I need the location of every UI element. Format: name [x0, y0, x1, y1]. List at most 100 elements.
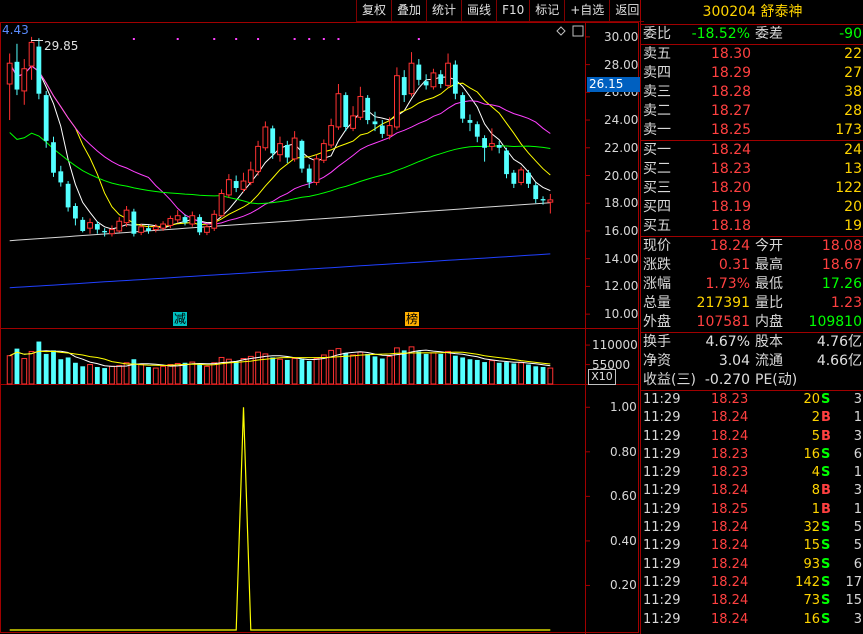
volume-bars [6, 341, 554, 385]
volume-bar-down [482, 362, 487, 384]
trade-volume: 20 [803, 392, 820, 407]
volume-value: 217391 [696, 295, 750, 311]
volume-unit-tag[interactable]: X10 [588, 369, 616, 385]
candle-body-up [488, 143, 495, 147]
ask-row[interactable]: 卖四 18.29 27 [641, 64, 863, 83]
toolbar-fuquan-button[interactable]: 复权 [356, 0, 392, 22]
bid-row[interactable]: 买五 18.18 19 [641, 217, 863, 236]
marker-reduce[interactable]: 减 [173, 312, 188, 326]
ask-row[interactable]: 卖一 18.25 173 [641, 121, 863, 140]
diamond-icon[interactable] [556, 26, 566, 36]
trade-row[interactable]: 11:29 18.24 93 S 6 [641, 556, 863, 574]
trade-volume: 4 [811, 465, 820, 481]
settings-icon[interactable] [572, 25, 584, 37]
candle-body-up [152, 226, 159, 231]
candle-body-down [343, 95, 349, 127]
volume-bar-down [401, 350, 407, 384]
bid-row[interactable]: 买三 18.20 122 [641, 179, 863, 198]
volume-bar-up [174, 362, 181, 385]
price-tick-label: 28.00 [604, 57, 639, 72]
toolbar-watchlist-button[interactable]: +自选 [564, 0, 610, 22]
trade-flag: S [821, 520, 831, 536]
toolbar-mark-button[interactable]: 标记 [529, 0, 565, 22]
volume-bar-down [467, 359, 473, 384]
low-value: 17.26 [821, 276, 862, 292]
outer-value: 107581 [696, 314, 750, 330]
trade-time: 11:29 [643, 446, 681, 462]
toolbar-f10-button[interactable]: F10 [496, 0, 530, 22]
volume-bar-up [313, 358, 320, 385]
trade-row[interactable]: 11:29 18.23 20 S 3 [641, 391, 863, 409]
candle-body-up [547, 199, 554, 203]
volume-bar-down [65, 357, 71, 384]
trade-flag: S [821, 465, 831, 481]
trade-flag: S [821, 593, 831, 609]
candle-body-down [540, 199, 546, 201]
trade-row[interactable]: 11:29 18.24 16 S 3 [641, 611, 863, 629]
toolbar-overlay-button[interactable]: 叠加 [391, 0, 427, 22]
toolbar-stats-button[interactable]: 统计 [426, 0, 462, 22]
volume-bar-down [423, 353, 429, 384]
volume-tick-label: 110000 [592, 338, 638, 353]
trade-row[interactable]: 11:29 18.24 2 B 1 [641, 409, 863, 427]
bid-price: 18.24 [711, 142, 752, 158]
trade-row[interactable]: 11:29 18.24 5 B 3 [641, 428, 863, 446]
indicator-line [9, 407, 551, 631]
trade-row[interactable]: 11:29 18.24 142 S 17 [641, 574, 863, 592]
bid-price: 18.20 [711, 180, 752, 196]
volume-bar-up [152, 367, 159, 385]
bid-volume: 24 [844, 142, 862, 158]
volume-bar-up [138, 364, 145, 385]
trade-row[interactable]: 11:29 18.24 73 S 15 [641, 592, 863, 610]
ask-row[interactable]: 卖五 18.30 22 [641, 45, 863, 64]
trade-row[interactable]: 11:29 18.23 16 S 6 [641, 446, 863, 464]
ask-price: 18.27 [711, 103, 752, 119]
chart-area[interactable]: 4.43 29.85 30.00 28.00 26.00 24.00 22.00 20.0… [0, 0, 641, 634]
candle-body-down [36, 46, 42, 94]
pe-label: PE(动) [755, 372, 798, 388]
nav-value: 3.04 [718, 353, 750, 369]
trade-price: 18.24 [711, 520, 749, 536]
volume-bar-up [320, 354, 327, 385]
price-tick-label: 10.00 [604, 307, 639, 322]
trade-volume: 1 [811, 501, 820, 517]
trade-flag: B [821, 410, 831, 426]
trade-row[interactable]: 11:29 18.23 4 S 1 [641, 464, 863, 482]
bid-row[interactable]: 买四 18.19 20 [641, 198, 863, 217]
candle-body-up [518, 169, 525, 183]
marker-rank[interactable]: 榜 [405, 312, 420, 326]
trade-row[interactable]: 11:29 18.25 1 B 1 [641, 501, 863, 519]
volume-ratio-label: 量比 [755, 295, 783, 311]
ask-volume: 27 [844, 65, 862, 81]
bid-row[interactable]: 买二 18.23 13 [641, 160, 863, 179]
volume-bar-down [131, 359, 137, 384]
ask-levels: 卖五 18.30 22 卖四 18.29 27 卖三 18.28 38 卖二 18.27 28 … [641, 45, 863, 141]
pct-value: 1.73% [705, 276, 750, 292]
trade-flag: S [821, 446, 831, 462]
nav-label: 净资 [643, 353, 671, 369]
ask-row[interactable]: 卖二 18.27 28 [641, 102, 863, 121]
bid-label: 买三 [643, 180, 671, 196]
candle-body-down [379, 125, 385, 134]
volume-bar-down [306, 361, 312, 384]
candle-body-down [438, 74, 444, 84]
stock-header[interactable]: 300204 舒泰神 [641, 0, 863, 25]
candle-body-down [474, 124, 480, 137]
chart-canvas[interactable] [0, 0, 640, 634]
bid-row[interactable]: 买一 18.24 24 [641, 141, 863, 160]
toolbar-draw-button[interactable]: 画线 [461, 0, 497, 22]
candle-body-down [233, 181, 239, 188]
trade-row[interactable]: 11:29 18.24 8 B 3 [641, 482, 863, 500]
ask-row[interactable]: 卖三 18.28 38 [641, 83, 863, 102]
candle-body-up [247, 169, 254, 183]
stock-code: 300204 [702, 4, 756, 20]
trade-time: 11:29 [643, 483, 681, 499]
trade-row[interactable]: 11:29 18.24 15 S 5 [641, 537, 863, 555]
trade-flag: B [821, 428, 831, 444]
trade-row[interactable]: 11:29 18.24 32 S 5 [641, 519, 863, 537]
eps-label: 收益(三) [643, 372, 696, 388]
float-value: 4.66亿 [816, 353, 862, 369]
candle-body-down [131, 211, 137, 234]
bid-label: 买二 [643, 161, 671, 177]
candle-body-up [277, 143, 283, 156]
